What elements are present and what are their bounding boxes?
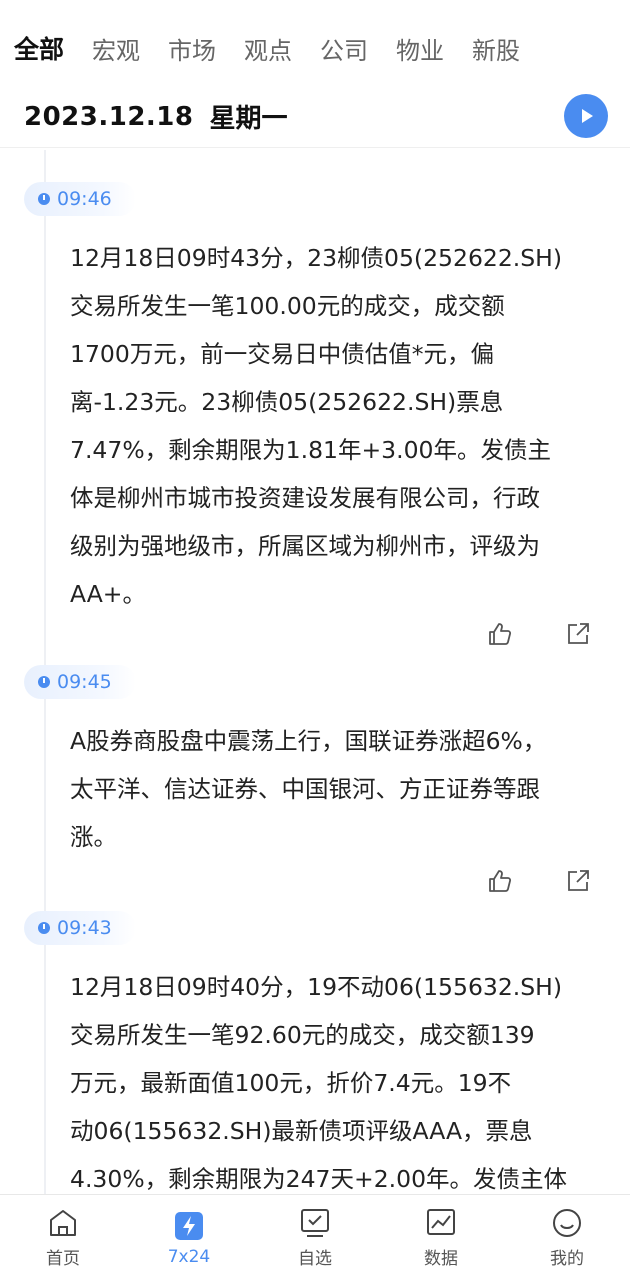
news-content[interactable]: 12月18日09时40分，19不动06(155632.SH) 交易所发生一笔92… [70,963,610,1195]
tab-opinion[interactable]: 观点 [244,31,292,66]
nav-watchlist-label: 自选 [298,1249,332,1269]
tab-company[interactable]: 公司 [320,31,368,66]
nav-data[interactable]: 数据 [378,1195,504,1280]
flash-icon [175,1211,203,1240]
news-actions [486,867,592,895]
news-feed[interactable]: 09:46 12月18日09时43分，23柳债05(252622.SH) 交易所… [0,150,630,1195]
tab-ipo[interactable]: 新股 [472,31,520,66]
thumbs-up-icon[interactable] [486,867,514,895]
chart-icon [427,1209,455,1235]
tab-property[interactable]: 物业 [396,31,444,66]
nav-profile[interactable]: 我的 [504,1195,630,1280]
news-time: 09:43 [57,917,112,939]
clock-icon [38,676,50,688]
nav-7x24[interactable]: 7x24 [126,1195,252,1280]
nav-data-label: 数据 [424,1249,458,1269]
news-time: 09:45 [57,671,112,693]
nav-watchlist[interactable]: 自选 [252,1195,378,1280]
tab-all[interactable]: 全部 [14,30,65,66]
news-content[interactable]: 12月18日09时43分，23柳债05(252622.SH) 交易所发生一笔10… [70,234,610,618]
nav-7x24-label: 7x24 [167,1246,211,1267]
share-icon[interactable] [564,620,592,648]
weekday-text: 星期一 [209,104,288,134]
profile-icon [553,1209,581,1237]
tab-market[interactable]: 市场 [168,31,216,66]
date-text: 2023.12.18 [24,101,194,132]
clock-icon [38,922,50,934]
clock-icon [38,193,50,205]
play-button[interactable] [564,94,608,138]
share-icon[interactable] [564,867,592,895]
news-actions [486,620,592,648]
time-badge: 09:45 [24,665,136,699]
home-icon [50,1210,76,1236]
watchlist-icon [301,1209,329,1237]
news-content[interactable]: A股券商股盘中震荡上行，国联证券涨超6%， 太平洋、信达证券、中国银河、方正证券… [70,717,610,861]
nav-home-label: 首页 [46,1249,80,1269]
time-badge: 09:46 [24,182,136,216]
bottom-nav: 首页 7x24 自选 数据 我的 [0,1194,630,1280]
play-icon [582,109,593,123]
news-time: 09:46 [57,188,112,210]
nav-home[interactable]: 首页 [0,1195,126,1280]
nav-profile-label: 我的 [550,1249,584,1269]
thumbs-up-icon[interactable] [486,620,514,648]
time-badge: 09:43 [24,911,136,945]
category-tabs: 全部 宏观 市场 观点 公司 物业 新股 [0,0,630,96]
tab-macro[interactable]: 宏观 [92,31,140,66]
date-bar: 2023.12.18 星期一 [0,86,630,148]
